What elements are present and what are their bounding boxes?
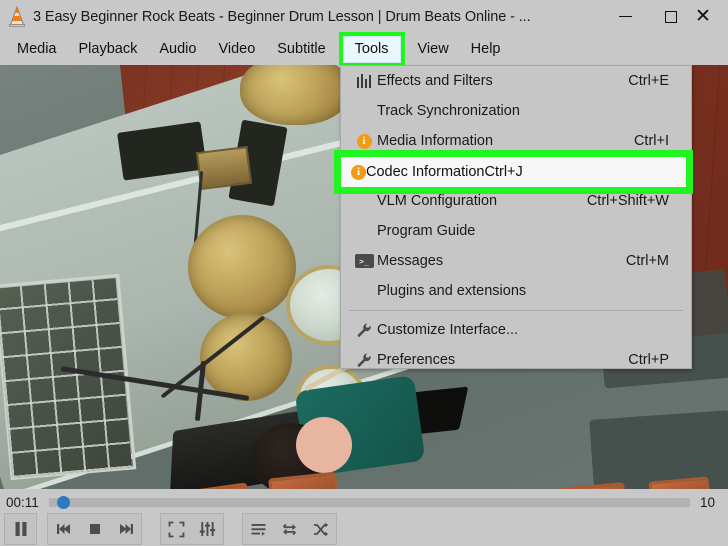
navigation-group [47, 513, 142, 545]
wrench-icon [351, 352, 377, 368]
terminal-icon: >_ [351, 254, 377, 268]
menu-item-tools[interactable]: Tools [338, 31, 405, 67]
menu-entry-label: VLM Configuration [377, 193, 498, 209]
menu-entry-messages[interactable]: >_ Messages Ctrl+M [341, 246, 691, 276]
title-bar: 3 Easy Beginner Rock Beats - Beginner Dr… [0, 0, 728, 33]
menu-item-media[interactable]: Media [6, 37, 68, 61]
previous-track-icon [56, 524, 70, 534]
close-icon: ✕ [695, 5, 711, 27]
playlist-group [242, 513, 337, 545]
maximize-icon [665, 10, 677, 23]
fullscreen-button[interactable] [161, 514, 192, 544]
info-icon: i [351, 133, 377, 149]
elapsed-time: 00:11 [6, 495, 39, 510]
shuffle-button[interactable] [305, 514, 336, 544]
menu-entry-label: Media Information [377, 133, 494, 149]
seek-slider[interactable] [48, 496, 690, 509]
shuffle-icon [314, 522, 329, 536]
menu-bar: Media Playback Audio Video Subtitle Tool… [0, 31, 728, 67]
loop-icon [283, 523, 296, 535]
playlist-icon [251, 523, 266, 536]
maximize-button[interactable] [648, 0, 694, 33]
info-icon: i [351, 164, 366, 180]
menu-entry-plugins-and-extensions[interactable]: Plugins and extensions [341, 276, 691, 306]
menu-item-help[interactable]: Help [460, 37, 512, 61]
fullscreen-icon [168, 521, 185, 537]
total-time: 10 [700, 495, 716, 510]
wrench-icon [351, 322, 377, 338]
codec-information-highlight-box: i Codec Information Ctrl+J [334, 150, 693, 194]
menu-entry-shortcut: Ctrl+Shift+W [586, 193, 669, 209]
previous-button[interactable] [48, 514, 79, 544]
menu-entry-shortcut: Ctrl+E [628, 73, 669, 89]
menu-entry-preferences[interactable]: Preferences Ctrl+P [341, 345, 691, 375]
menu-item-view[interactable]: View [407, 37, 460, 61]
effects-button[interactable] [192, 514, 223, 544]
menu-entry-label: Effects and Filters [377, 73, 493, 89]
loop-button[interactable] [274, 514, 305, 544]
window-controls: ✕ [602, 0, 728, 33]
menu-entry-shortcut: Ctrl+J [484, 164, 523, 180]
player-control-bar: 00:11 10 [0, 489, 728, 546]
menu-item-audio[interactable]: Audio [148, 37, 207, 61]
menu-entry-shortcut: Ctrl+I [633, 133, 669, 149]
tools-highlight-box: Tools [338, 31, 405, 67]
equalizer-icon [351, 74, 377, 88]
tools-dropdown-menu: Effects and Filters Ctrl+E Track Synchro… [334, 65, 693, 369]
menu-entry-label: Program Guide [377, 223, 476, 239]
menu-entry-label: Track Synchronization [377, 103, 520, 119]
close-button[interactable]: ✕ [694, 0, 728, 33]
menu-entry-label: Messages [377, 253, 444, 269]
menu-entry-label: Codec Information [366, 164, 485, 180]
play-group [4, 513, 37, 545]
menu-item-playback[interactable]: Playback [68, 37, 149, 61]
menu-entry-effects-and-filters[interactable]: Effects and Filters Ctrl+E [341, 66, 691, 96]
next-button[interactable] [110, 514, 141, 544]
menu-entry-label: Customize Interface... [377, 322, 519, 338]
equalizer-icon [199, 522, 216, 536]
menu-entry-label: Preferences [377, 352, 456, 368]
menu-entry-shortcut: Ctrl+M [625, 253, 669, 269]
menu-item-subtitle[interactable]: Subtitle [266, 37, 336, 61]
menu-entry-track-synchronization[interactable]: Track Synchronization [341, 96, 691, 126]
menu-entry-codec-information[interactable]: i Codec Information Ctrl+J [341, 157, 686, 187]
pause-icon [15, 522, 26, 536]
window-title: 3 Easy Beginner Rock Beats - Beginner Dr… [33, 8, 531, 25]
menu-entry-shortcut: Ctrl+P [628, 352, 669, 368]
next-track-icon [119, 524, 133, 534]
pause-button[interactable] [5, 514, 36, 544]
minimize-button[interactable] [602, 0, 648, 33]
stop-button[interactable] [79, 514, 110, 544]
minimize-icon [618, 16, 632, 17]
menu-entry-customize-interface[interactable]: Customize Interface... [341, 315, 691, 345]
stop-icon [89, 524, 100, 534]
view-group [160, 513, 224, 545]
menu-item-video[interactable]: Video [207, 37, 266, 61]
transport-buttons [0, 513, 728, 545]
menu-entry-program-guide[interactable]: Program Guide [341, 216, 691, 246]
vlc-player-window: 3 Easy Beginner Rock Beats - Beginner Dr… [0, 0, 728, 546]
vlc-cone-icon [4, 4, 30, 30]
seek-handle[interactable] [56, 496, 70, 509]
playlist-button[interactable] [243, 514, 274, 544]
menu-entry-label: Plugins and extensions [377, 283, 527, 299]
menu-separator [349, 310, 683, 311]
seek-row: 00:11 10 [0, 489, 728, 513]
menu-item-tools-label: Tools [342, 35, 401, 63]
